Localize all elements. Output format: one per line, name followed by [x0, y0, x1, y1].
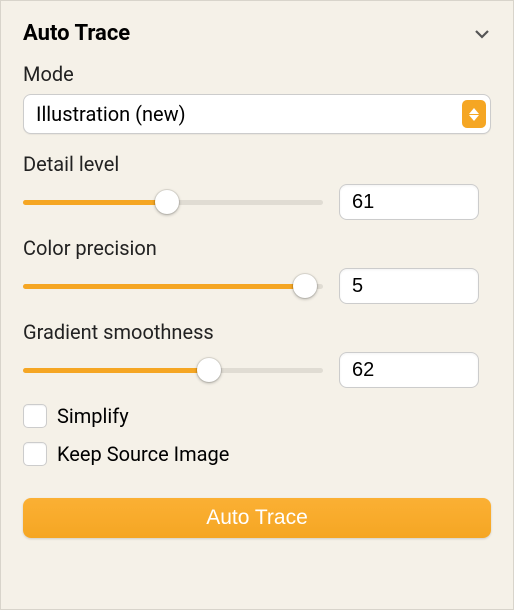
- color-precision-row: Color precision: [23, 236, 491, 304]
- gradient-smoothness-slider[interactable]: [23, 358, 323, 382]
- detail-level-input[interactable]: [339, 184, 479, 220]
- color-precision-label: Color precision: [23, 236, 491, 260]
- slider-thumb[interactable]: [155, 190, 179, 214]
- mode-selected-value: Illustration (new): [36, 102, 186, 126]
- mode-select-wrap: Illustration (new): [23, 94, 491, 134]
- mode-label: Mode: [23, 62, 491, 86]
- gradient-smoothness-input[interactable]: [339, 352, 479, 388]
- gradient-smoothness-label: Gradient smoothness: [23, 320, 491, 344]
- updown-icon[interactable]: [462, 100, 486, 128]
- keep-source-label: Keep Source Image: [57, 442, 229, 466]
- color-precision-input[interactable]: [339, 268, 479, 304]
- color-precision-slider[interactable]: [23, 274, 323, 298]
- detail-level-slider[interactable]: [23, 190, 323, 214]
- keep-source-checkbox[interactable]: [23, 442, 47, 466]
- mode-select[interactable]: Illustration (new): [23, 94, 491, 134]
- collapse-icon[interactable]: [473, 28, 491, 40]
- auto-trace-panel: Auto Trace Mode Illustration (new) Detai…: [1, 1, 513, 558]
- simplify-label: Simplify: [57, 404, 129, 428]
- detail-level-row: Detail level: [23, 152, 491, 220]
- slider-thumb[interactable]: [293, 274, 317, 298]
- keep-source-row: Keep Source Image: [23, 442, 491, 466]
- panel-title: Auto Trace: [23, 21, 130, 46]
- detail-level-label: Detail level: [23, 152, 491, 176]
- simplify-row: Simplify: [23, 404, 491, 428]
- auto-trace-button[interactable]: Auto Trace: [23, 498, 491, 538]
- panel-header: Auto Trace: [23, 21, 491, 46]
- gradient-smoothness-row: Gradient smoothness: [23, 320, 491, 388]
- slider-thumb[interactable]: [197, 358, 221, 382]
- simplify-checkbox[interactable]: [23, 404, 47, 428]
